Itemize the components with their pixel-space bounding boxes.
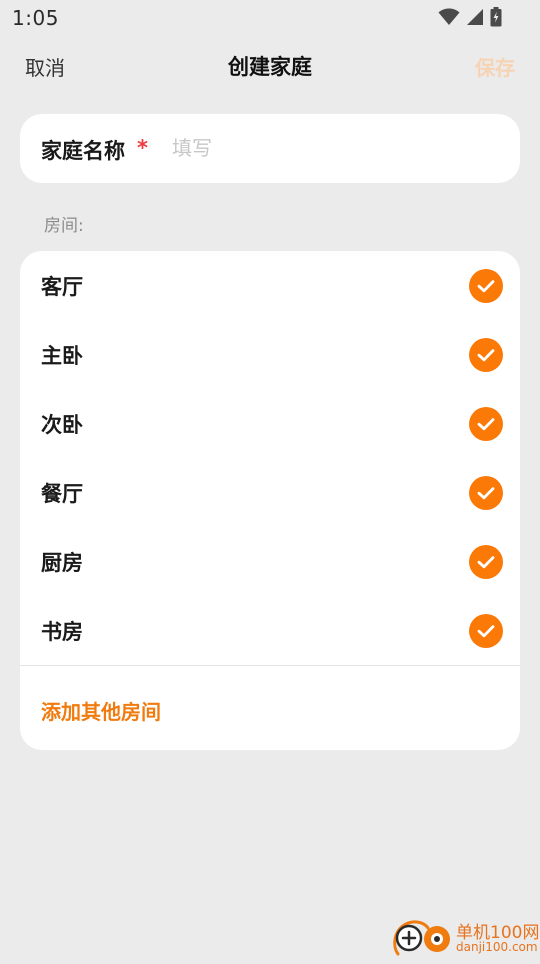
family-name-card: 家庭名称 *	[20, 114, 520, 183]
room-item-label: 书房	[41, 620, 83, 644]
watermark-url: danji100.com	[456, 940, 538, 954]
checkmark-icon[interactable]	[469, 545, 503, 579]
room-item[interactable]: 次卧	[20, 389, 520, 458]
status-time: 1:05	[12, 6, 59, 30]
room-item-label: 餐厅	[41, 482, 83, 506]
required-mark: *	[137, 136, 148, 160]
rooms-section-label: 房间:	[44, 216, 84, 236]
battery-charging-icon	[490, 7, 502, 31]
checkmark-icon[interactable]	[469, 269, 503, 303]
room-item[interactable]: 主卧	[20, 320, 520, 389]
room-item-label: 厨房	[41, 551, 83, 575]
room-item-label: 次卧	[41, 413, 83, 437]
room-item-label: 主卧	[41, 344, 83, 368]
checkmark-icon[interactable]	[469, 614, 503, 648]
family-name-label: 家庭名称	[41, 139, 125, 163]
checkmark-icon[interactable]	[469, 338, 503, 372]
room-item[interactable]: 厨房	[20, 527, 520, 596]
page-title: 创建家庭	[228, 55, 312, 79]
family-name-input[interactable]	[172, 132, 492, 164]
room-item[interactable]: 餐厅	[20, 458, 520, 527]
add-other-room-button[interactable]: 添加其他房间	[41, 696, 161, 725]
watermark: 单机100网 danji100.com	[390, 916, 539, 960]
checkmark-icon[interactable]	[469, 407, 503, 441]
checkmark-icon[interactable]	[469, 476, 503, 510]
status-icons	[438, 7, 502, 31]
divider	[20, 665, 520, 666]
room-item[interactable]: 客厅	[20, 251, 520, 320]
room-item[interactable]: 书房	[20, 596, 520, 665]
save-button[interactable]: 保存	[475, 52, 515, 81]
watermark-logo-icon	[390, 916, 454, 964]
nav-header: 取消 创建家庭 保存	[0, 40, 540, 88]
wifi-icon	[438, 8, 460, 30]
cellular-signal-icon	[466, 8, 484, 30]
status-bar: 1:05	[0, 0, 540, 38]
room-item-label: 客厅	[41, 275, 83, 299]
rooms-card: 客厅 主卧 次卧 餐厅 厨房 书房 添加其他房间	[20, 251, 520, 750]
